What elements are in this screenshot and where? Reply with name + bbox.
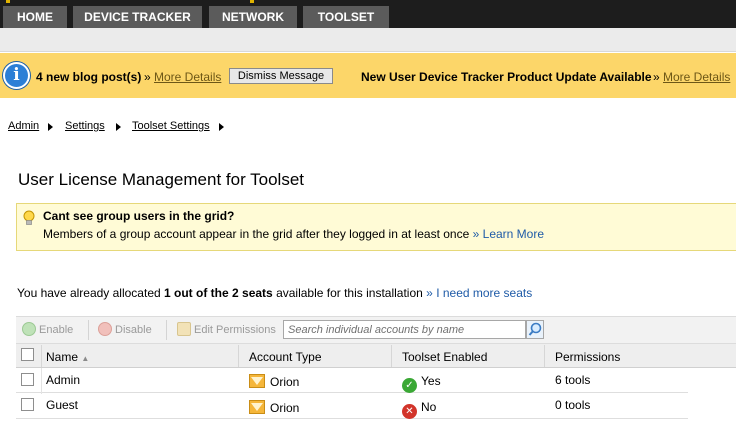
select-all-checkbox[interactable] — [21, 348, 34, 361]
blog-posts-text: 4 new blog post(s) — [36, 70, 142, 84]
breadcrumb-settings[interactable]: Settings — [65, 120, 105, 132]
need-more-seats-link[interactable]: I need more seats — [436, 286, 532, 300]
toolset-enabled-cell: ✓ Yes — [402, 374, 441, 393]
toolset-enabled-value: No — [421, 400, 437, 414]
raquo-separator: » — [472, 227, 480, 241]
account-type: Orion — [270, 375, 300, 389]
column-divider — [238, 345, 239, 367]
account-type-cell: Orion — [249, 374, 299, 389]
hint-body: Members of a group account appear in the… — [43, 227, 470, 241]
column-header-account-type[interactable]: Account Type — [249, 350, 322, 364]
check-icon: ✓ — [402, 378, 417, 393]
cross-icon: ✕ — [402, 404, 417, 419]
orion-icon — [249, 374, 265, 388]
search-button[interactable] — [526, 320, 544, 339]
breadcrumb-admin[interactable]: Admin — [8, 120, 39, 132]
enable-label: Enable — [39, 324, 74, 336]
cross-icon — [98, 322, 112, 336]
column-divider — [391, 345, 392, 367]
raquo-separator: » — [426, 286, 433, 300]
sort-ascending-icon: ▲ — [81, 354, 90, 363]
toolbar-divider — [88, 320, 89, 340]
hint-title: Cant see group users in the grid? — [43, 209, 235, 223]
toolbar-divider — [166, 320, 167, 340]
breadcrumb-arrow-icon — [116, 123, 121, 131]
breadcrumb-toolset-settings[interactable]: Toolset Settings — [132, 120, 210, 132]
tab-home[interactable]: HOME — [3, 6, 67, 28]
toolset-enabled-value: Yes — [421, 374, 441, 388]
toolset-enabled-cell: ✕ No — [402, 400, 436, 419]
info-icon: i — [3, 62, 30, 89]
edit-permissions-button[interactable]: Edit Permissions — [177, 322, 276, 338]
seats-line: You have already allocated 1 out of the … — [17, 286, 532, 300]
seats-prefix: You have already allocated — [17, 286, 161, 300]
blog-more-details-link[interactable]: More Details — [154, 70, 221, 84]
enable-button[interactable]: Enable — [22, 322, 73, 338]
dismiss-message-button[interactable]: Dismiss Message — [229, 68, 333, 84]
search-input[interactable] — [283, 320, 526, 339]
row-checkbox[interactable] — [21, 398, 34, 411]
raquo-separator: » — [653, 70, 660, 84]
column-header-name[interactable]: Name ▲ — [46, 350, 89, 364]
update-more-details-link[interactable]: More Details — [663, 70, 730, 84]
tab-toolset[interactable]: TOOLSET — [303, 6, 389, 28]
column-header-permissions[interactable]: Permissions — [555, 350, 620, 364]
update-available-text: New User Device Tracker Product Update A… — [361, 70, 652, 84]
check-icon — [22, 322, 36, 336]
hint-text: Members of a group account appear in the… — [43, 227, 544, 241]
nav-accent-mark — [6, 0, 10, 3]
raquo-separator: » — [144, 70, 151, 84]
account-type: Orion — [270, 401, 300, 415]
nav-accent-mark — [250, 0, 254, 3]
grid-header — [16, 344, 736, 368]
edit-permissions-label: Edit Permissions — [194, 324, 276, 336]
orion-icon — [249, 400, 265, 414]
search-icon — [528, 322, 542, 336]
edit-icon — [177, 322, 191, 336]
breadcrumb-arrow-icon — [219, 123, 224, 131]
tab-device-tracker[interactable]: DEVICE TRACKER — [73, 6, 202, 28]
tab-network[interactable]: NETWORK — [209, 6, 297, 28]
lightbulb-icon — [23, 210, 35, 225]
permissions-value: 6 tools — [555, 373, 591, 387]
column-divider — [41, 345, 42, 367]
permissions-value: 0 tools — [555, 398, 591, 412]
learn-more-link[interactable]: Learn More — [483, 227, 544, 241]
seats-suffix: available for this installation — [276, 286, 423, 300]
breadcrumb-arrow-icon — [48, 123, 53, 131]
column-divider — [544, 345, 545, 367]
page-title: User License Management for Toolset — [18, 170, 305, 189]
subnav-strip — [0, 28, 736, 52]
disable-label: Disable — [115, 324, 152, 336]
column-header-toolset-enabled[interactable]: Toolset Enabled — [402, 350, 487, 364]
account-name: Admin — [46, 373, 81, 387]
seats-count: 1 out of the 2 seats — [164, 286, 273, 300]
row-checkbox[interactable] — [21, 373, 34, 386]
disable-button[interactable]: Disable — [98, 322, 152, 338]
account-name: Guest — [46, 398, 79, 412]
account-type-cell: Orion — [249, 400, 299, 415]
column-name-label: Name — [46, 350, 79, 364]
